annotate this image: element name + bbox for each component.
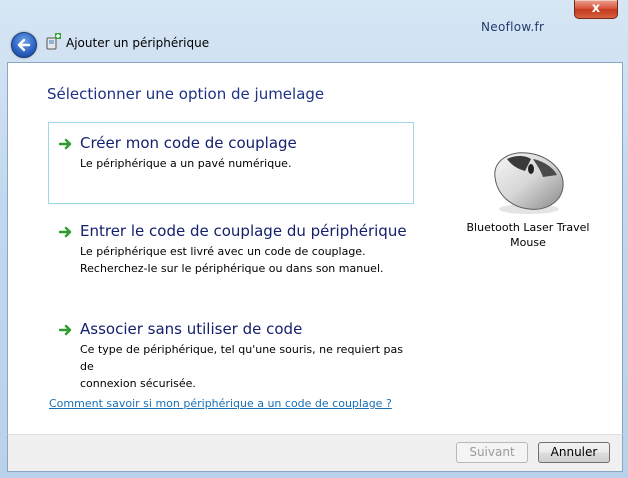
help-link[interactable]: Comment savoir si mon périphérique a un … bbox=[49, 397, 392, 410]
green-arrow-icon bbox=[59, 138, 72, 150]
option-create-code[interactable]: Créer mon code de couplage Le périphériq… bbox=[48, 122, 414, 204]
button-bar: Suivant Annuler bbox=[7, 434, 623, 472]
option-description: Le périphérique est livré avec un code d… bbox=[80, 245, 384, 275]
close-button[interactable]: x bbox=[574, 0, 618, 19]
back-arrow-icon bbox=[17, 38, 31, 52]
option-enter-device-code[interactable]: Entrer le code de couplage du périphériq… bbox=[48, 210, 414, 292]
option-title: Créer mon code de couplage bbox=[80, 134, 297, 152]
mouse-icon bbox=[494, 152, 564, 214]
cancel-button[interactable]: Annuler bbox=[538, 442, 610, 463]
page-heading: Sélectionner une option de jumelage bbox=[47, 85, 325, 103]
wizard-window: x Ajouter un périphérique Neoflow.fr Sél… bbox=[0, 0, 628, 478]
option-no-code[interactable]: Associer sans utiliser de code Ce type d… bbox=[48, 308, 414, 390]
option-description: Le périphérique a un pavé numérique. bbox=[80, 157, 292, 170]
green-arrow-icon bbox=[59, 324, 72, 336]
green-arrow-icon bbox=[59, 226, 72, 238]
next-button[interactable]: Suivant bbox=[456, 442, 528, 463]
window-title: Ajouter un périphérique bbox=[66, 36, 210, 50]
option-title: Entrer le code de couplage du périphériq… bbox=[80, 222, 407, 240]
watermark: Neoflow.fr bbox=[481, 20, 545, 34]
option-title: Associer sans utiliser de code bbox=[80, 320, 303, 338]
add-device-icon bbox=[46, 33, 61, 50]
title-bar: x Ajouter un périphérique Neoflow.fr bbox=[0, 0, 628, 62]
back-button[interactable] bbox=[11, 32, 37, 58]
option-description: Ce type de périphérique, tel qu'une sour… bbox=[80, 343, 404, 390]
content-area: Sélectionner une option de jumelage Crée… bbox=[7, 62, 623, 435]
device-name: Bluetooth Laser Travel Mouse bbox=[466, 221, 590, 249]
